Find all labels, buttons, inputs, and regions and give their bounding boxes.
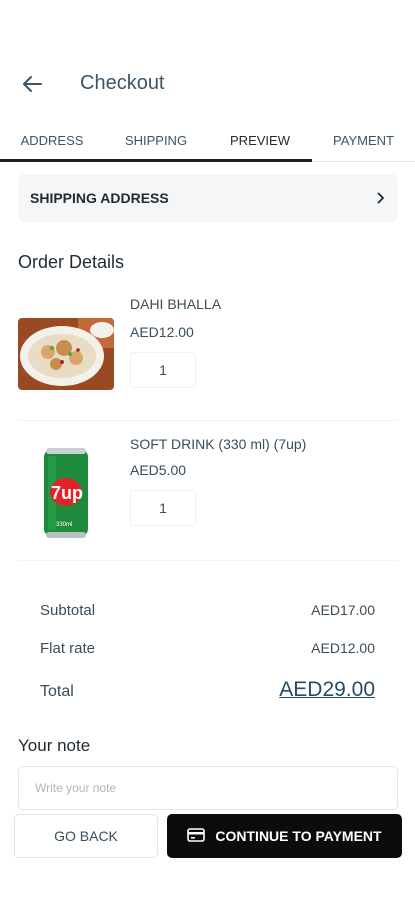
continue-to-payment-button[interactable]: CONTINUE TO PAYMENT — [167, 814, 402, 858]
tab-payment[interactable]: PAYMENT — [312, 118, 415, 162]
tab-shipping[interactable]: SHIPPING — [104, 118, 208, 162]
item-name: DAHI BHALLA — [130, 296, 222, 312]
continue-to-payment-label: CONTINUE TO PAYMENT — [215, 828, 382, 844]
order-item: DAHI BHALLA AED12.00 1 — [18, 290, 398, 410]
can-volume-text: 330ml — [56, 522, 72, 528]
note-box — [18, 766, 398, 810]
flat-rate-value: AED12.00 — [311, 640, 375, 656]
quantity-field[interactable]: 1 — [130, 490, 196, 526]
item-price: AED5.00 — [130, 462, 187, 478]
credit-card-icon — [187, 827, 206, 845]
total-row: Total AED29.00 — [40, 678, 375, 702]
order-details-title: Order Details — [18, 252, 125, 272]
total-value: AED29.00 — [279, 678, 375, 701]
subtotal-label: Subtotal — [40, 602, 96, 619]
note-input[interactable] — [19, 767, 397, 809]
shipping-address-row[interactable]: SHIPPING ADDRESS — [18, 174, 398, 222]
chevron-right-icon — [376, 192, 386, 204]
tab-address[interactable]: ADDRESS — [0, 118, 104, 162]
7up-can-image: 7up 330ml — [18, 444, 114, 540]
item-name: SOFT DRINK (330 ml) (7up) — [130, 436, 307, 452]
shipping-address-label: SHIPPING ADDRESS — [30, 190, 169, 206]
dahi-bhalla-image — [18, 318, 114, 390]
quantity-field[interactable]: 1 — [130, 352, 196, 388]
tab-progress-indicator — [0, 159, 312, 162]
flat-rate-row: Flat rate AED12.00 — [40, 640, 375, 657]
checkout-steps-tabs: ADDRESS SHIPPING PREVIEW PAYMENT — [0, 118, 415, 162]
item-price: AED12.00 — [130, 324, 194, 340]
can-logo-text: 7up — [51, 483, 83, 503]
go-back-button[interactable]: GO BACK — [14, 814, 158, 858]
subtotal-value: AED17.00 — [311, 602, 375, 618]
item-divider — [18, 560, 398, 561]
flat-rate-label: Flat rate — [40, 640, 96, 657]
item-divider — [18, 420, 398, 421]
total-label: Total — [40, 683, 74, 700]
page-title: Checkout — [80, 72, 165, 94]
order-item: 7up 330ml SOFT DRINK (330 ml) (7up) AED5… — [18, 428, 398, 558]
your-note-title: Your note — [18, 736, 91, 755]
subtotal-row: Subtotal AED17.00 — [40, 602, 375, 619]
tab-preview[interactable]: PREVIEW — [208, 118, 312, 162]
app-header: Checkout — [0, 60, 415, 110]
back-arrow-icon[interactable] — [18, 70, 46, 98]
